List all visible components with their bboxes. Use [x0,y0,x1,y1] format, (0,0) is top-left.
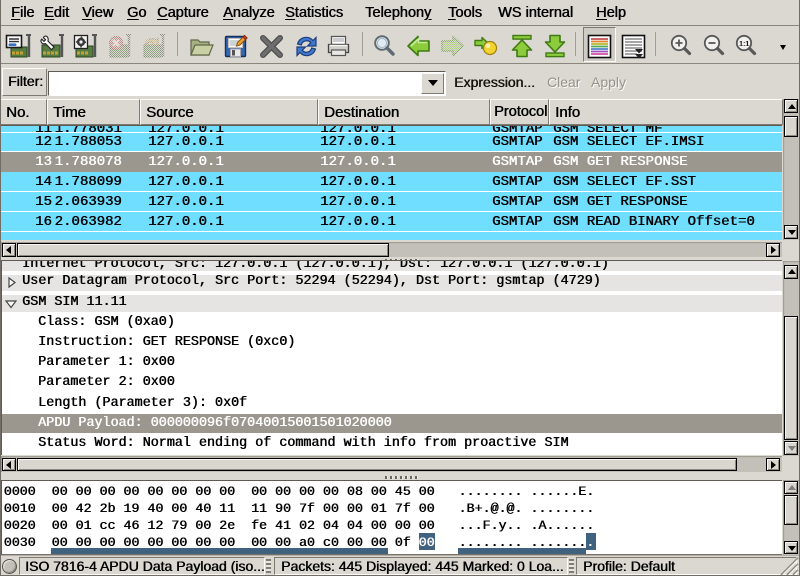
svg-text:1:1: 1:1 [739,39,749,48]
